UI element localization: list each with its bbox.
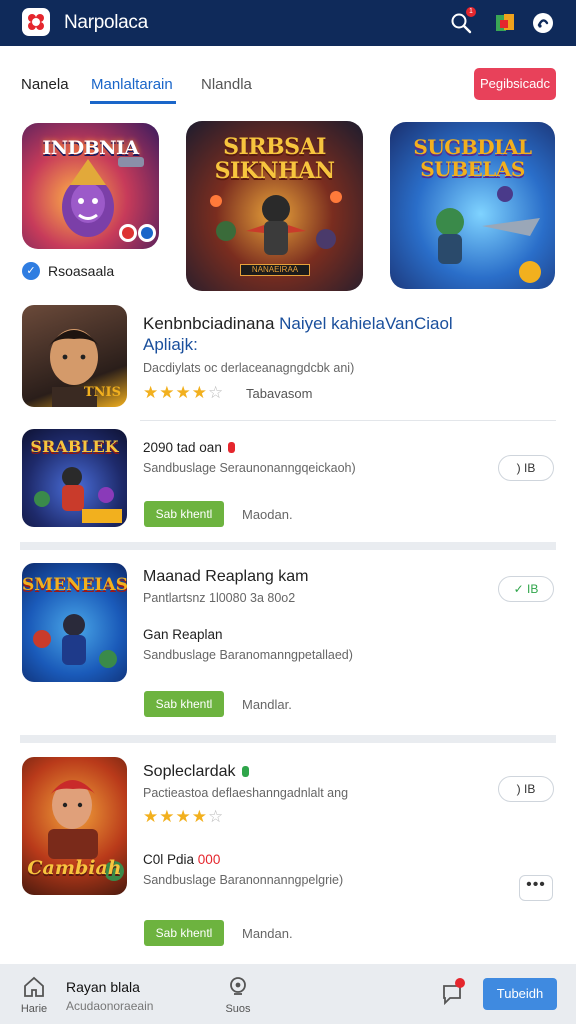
app-title: Sopleclardak <box>143 763 249 781</box>
app-thumbnail[interactable]: TNIS <box>22 305 127 407</box>
nav-mid-label: Suos <box>225 1003 251 1015</box>
thumbnail-text: Cambiah <box>27 857 122 879</box>
featured-card[interactable]: INDBNIA <box>22 123 159 249</box>
check-icon: ✓ <box>22 262 40 280</box>
discover-icon <box>230 977 246 995</box>
app-meta: C0l Pdia 000 <box>143 852 220 867</box>
submit-button[interactable]: Tubeidh <box>483 978 557 1010</box>
featured-label-row: ✓ Rsoasaala <box>22 262 114 280</box>
app-subtitle-secondary: Sandbuslage Baranonnanngpelgrie) <box>143 873 344 887</box>
search-icon[interactable]: 1 <box>448 7 476 36</box>
character-illustration <box>34 467 122 523</box>
app-header: Narpolaca 1 <box>0 0 576 46</box>
more-link[interactable]: Mandan. <box>242 926 293 941</box>
more-link[interactable]: Maodan. <box>242 507 293 522</box>
size-pill[interactable]: ✓ IB <box>498 576 554 602</box>
app-title-main: Kenbnbciadinana <box>143 314 275 333</box>
thumbnail-text: TNIS <box>83 385 121 400</box>
signin-button[interactable]: Pegibsicadc <box>474 68 556 100</box>
size-pill[interactable]: ) IB <box>498 776 554 802</box>
app-thumbnail[interactable]: Cambiah <box>22 757 127 895</box>
character-illustration <box>33 614 117 668</box>
nav-search[interactable]: Suos <box>222 976 254 1015</box>
get-button[interactable]: Sab khentl <box>144 691 224 717</box>
featured-card[interactable]: SUGBDIAL SUBELAS <box>390 122 555 289</box>
message-badge <box>455 978 465 988</box>
section-divider <box>20 542 556 550</box>
app-meta: 2090 tad oan <box>143 440 235 455</box>
more-options-button[interactable]: ••• <box>519 875 553 901</box>
gallery-icon[interactable] <box>492 10 518 36</box>
more-link[interactable]: Mandlar. <box>242 697 292 712</box>
get-button[interactable]: Sab khentl <box>144 501 224 527</box>
app-title-text: Sopleclardak <box>143 763 236 780</box>
rating-stars: ★★★★☆ <box>143 383 225 402</box>
app-meta-text: C0l Pdia <box>143 852 195 867</box>
app-thumbnail[interactable]: SMENEIAS <box>22 563 127 682</box>
nav-home[interactable]: Harie <box>16 976 52 1015</box>
app-title: Kenbnbciadinana Naiyel kahielaVanCiaol <box>143 314 453 334</box>
hero-illustration <box>62 157 156 242</box>
notification-badge: 1 <box>466 7 476 17</box>
featured-caption: NANAEIRAA <box>240 264 310 276</box>
app-title-line2: Apliajk: <box>143 335 198 354</box>
chat-icon[interactable] <box>530 10 556 36</box>
app-title-publisher: Naiyel kahielaVanCiaol <box>279 314 453 333</box>
app-title: Narpolaca <box>64 12 148 33</box>
rating-label: Tabavasom <box>246 386 313 401</box>
bottom-title: Rayan blala <box>66 979 140 995</box>
bottom-subtitle: Acudaonoraeain <box>66 999 154 1013</box>
app-subtitle: Pactieastoa deflaeshanngadnlalt ang <box>143 786 349 800</box>
featured-card[interactable]: SIRBSAI SIKNHAN NANAEIRAA <box>186 121 363 291</box>
tab-home[interactable]: Nanela <box>21 76 69 93</box>
tab-active[interactable]: Manlaltarain <box>91 76 173 93</box>
nav-home-label: Harie <box>20 1003 48 1015</box>
bottom-nav: Harie Rayan blala Acudaonoraeain Suos Tu… <box>0 964 576 1024</box>
get-button[interactable]: Sab khentl <box>144 920 224 946</box>
app-thumbnail[interactable]: SRABLEK <box>22 429 127 527</box>
status-dot <box>241 766 249 777</box>
status-dot <box>227 442 235 453</box>
app-subtitle-secondary: Sandbuslage Baranomanngpetallaed) <box>143 648 353 662</box>
active-tab-indicator <box>90 101 176 104</box>
section-divider <box>20 735 556 743</box>
home-icon <box>24 976 44 997</box>
size-pill[interactable]: ) IB <box>498 455 554 481</box>
app-meta-text: 2090 tad oan <box>143 440 222 455</box>
hero-illustration <box>436 186 541 283</box>
app-meta-red: 000 <box>197 852 221 867</box>
app-subtitle: Dacdiylats oc derlaceanagngdcbk ani) <box>143 361 355 375</box>
app-title: Maanad Reaplang kam <box>143 568 309 585</box>
divider <box>140 420 556 421</box>
rating-stars: ★★★★☆ <box>143 807 225 826</box>
app-subtitle: Sandbuslage Seraunonanngqeickaoh) <box>143 461 356 475</box>
app-meta: Gan Reaplan <box>143 627 223 642</box>
tab-third[interactable]: Nlandla <box>201 76 252 93</box>
logo-icon[interactable] <box>22 8 50 36</box>
app-subtitle: Pantlartsnz 1l0080 3a 80o2 <box>143 591 296 605</box>
featured-label: Rsoasaala <box>48 263 115 279</box>
